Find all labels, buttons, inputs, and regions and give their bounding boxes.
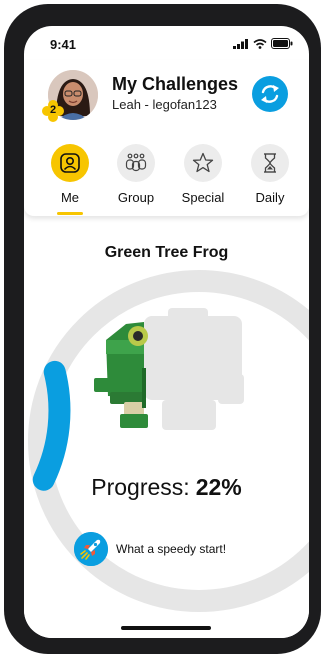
refresh-icon — [261, 85, 279, 103]
phone-frame: 9:41 2 My Challenges Leah - legofan123 M… — [4, 4, 321, 654]
challenge-content: Green Tree Frog Progress: 22% What a spe… — [24, 216, 309, 638]
home-indicator — [121, 626, 211, 630]
star-icon — [192, 152, 214, 173]
tab-daily[interactable]: Daily — [240, 144, 300, 206]
progress-text: Progress: 22% — [24, 474, 309, 501]
badge-count: 2 — [49, 104, 57, 116]
tab-special[interactable]: Special — [173, 144, 233, 206]
progress-label: Progress: — [91, 474, 190, 500]
battery-icon — [271, 38, 293, 49]
progress-value: 22% — [195, 474, 242, 500]
status-bar: 9:41 — [24, 26, 309, 60]
tab-group-circle — [117, 144, 155, 182]
encouragement-row: What a speedy start! — [74, 532, 226, 566]
group-icon — [125, 153, 147, 172]
status-time: 9:41 — [50, 37, 77, 52]
refresh-button[interactable] — [252, 76, 288, 112]
lego-frog-model — [94, 308, 244, 430]
person-icon — [60, 153, 80, 173]
status-icons — [233, 38, 293, 49]
level-badge: 2 — [42, 100, 64, 122]
page-title: My Challenges — [112, 74, 239, 94]
tab-group-label: Group — [117, 190, 155, 205]
tab-daily-circle — [251, 144, 289, 182]
tab-group[interactable]: Group — [106, 144, 166, 206]
signal-icon — [233, 38, 248, 49]
user-subtitle: Leah - legofan123 — [112, 97, 217, 112]
tab-daily-label: Daily — [255, 190, 285, 205]
challenges-header: 2 My Challenges Leah - legofan123 Me Gro… — [24, 60, 309, 216]
rocket-icon — [74, 532, 108, 566]
app-screen: 9:41 2 My Challenges Leah - legofan123 M… — [24, 26, 309, 638]
active-tab-indicator — [57, 212, 83, 215]
tab-me-label: Me — [60, 190, 80, 205]
hourglass-icon — [264, 153, 276, 173]
tab-special-circle — [184, 144, 222, 182]
wifi-icon — [253, 38, 267, 49]
challenge-name: Green Tree Frog — [104, 244, 229, 261]
tab-special-label: Special — [181, 190, 225, 205]
encouragement-message: What a speedy start! — [116, 542, 227, 556]
tab-me-circle — [51, 144, 89, 182]
tab-me[interactable]: Me — [40, 144, 100, 206]
